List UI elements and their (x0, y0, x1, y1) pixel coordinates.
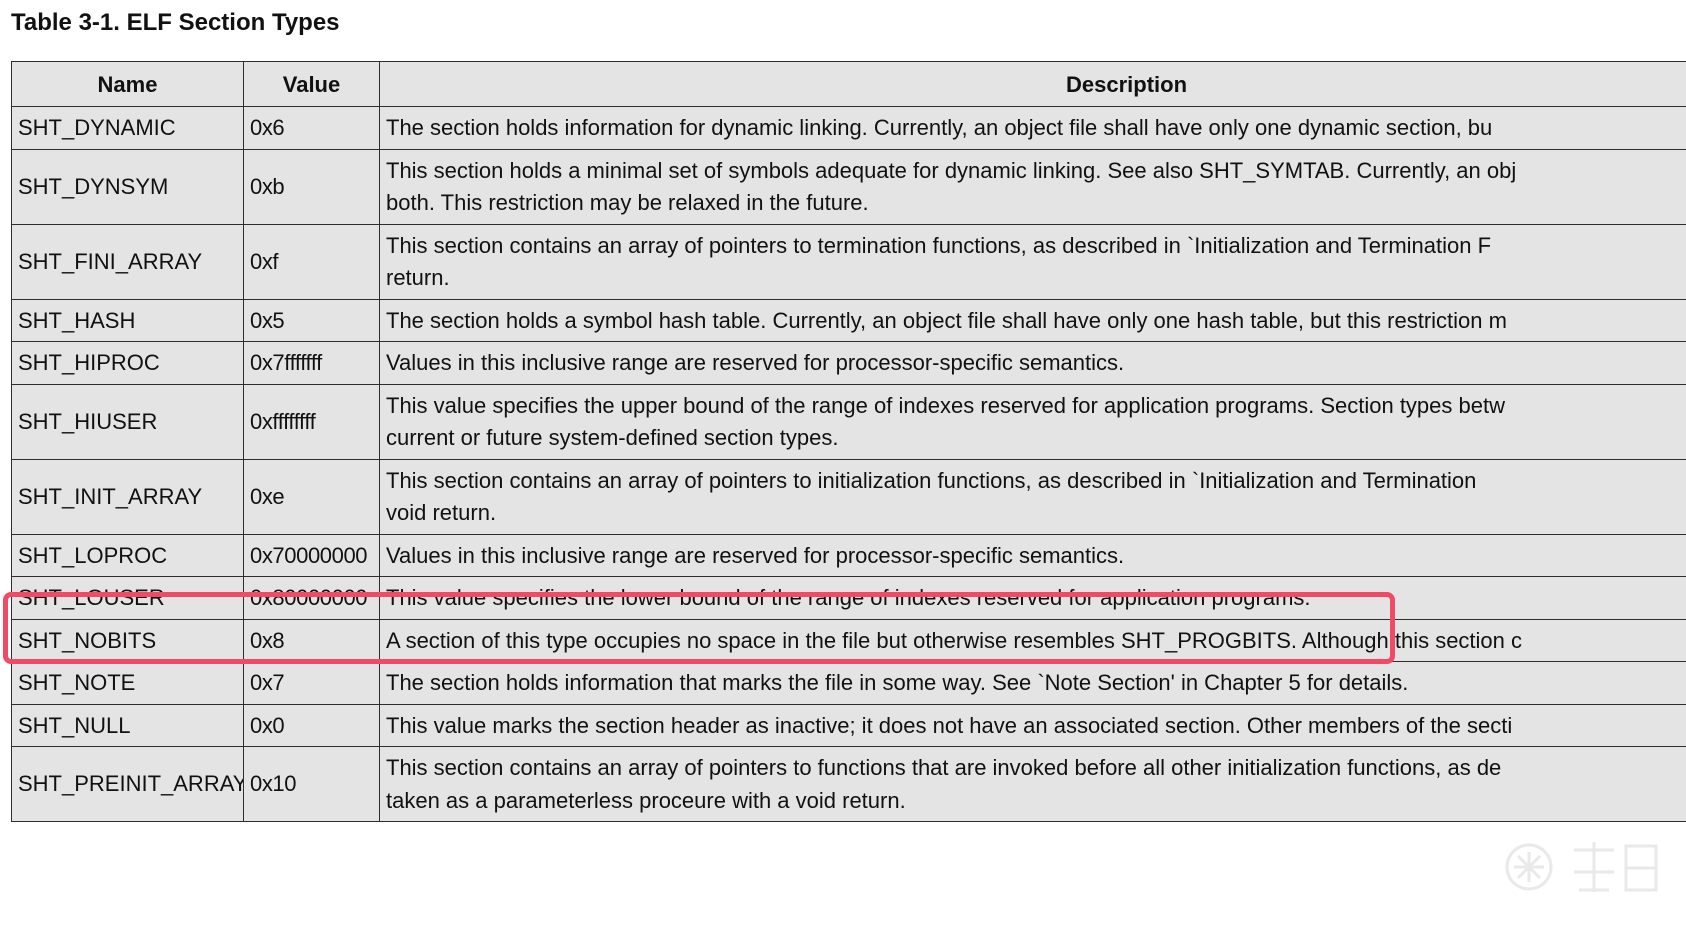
description-line: This section contains an array of pointe… (386, 467, 1477, 493)
cell-name: SHT_NULL (11, 703, 244, 747)
cell-value: 0x0 (243, 703, 380, 747)
description-line: This section contains an array of pointe… (386, 232, 1492, 258)
description-line: Values in this inclusive range are reser… (386, 542, 1125, 568)
description-line: taken as a parameterless proceure with a… (386, 787, 906, 813)
cell-name: SHT_HIPROC (11, 341, 244, 385)
cell-name: SHT_DYNAMIC (11, 106, 244, 150)
description-line: This value marks the section header as i… (386, 712, 1513, 738)
cell-description: Values in this inclusive range are reser… (379, 533, 1686, 577)
cell-description: This value marks the section header as i… (379, 703, 1686, 747)
cell-description: The section holds information for dynami… (379, 106, 1686, 150)
cell-description: This value specifies the lower bound of … (379, 576, 1686, 620)
cell-value: 0x6 (243, 106, 380, 150)
cell-value: 0xb (243, 148, 380, 225)
cell-value: 0x7fffffff (243, 341, 380, 385)
cell-description: This section contains an array of pointe… (379, 458, 1686, 535)
description-line: The section holds information that marks… (386, 670, 1409, 695)
cell-value: 0xe (243, 458, 380, 535)
cell-description: This section contains an array of pointe… (379, 746, 1686, 822)
cell-value: 0x5 (243, 298, 380, 342)
cell-value: 0xf (243, 223, 380, 300)
table-title: Table 3-1. ELF Section Types (11, 9, 340, 36)
table-row: SHT_NULL 0x0 This value marks the section … (11, 703, 1686, 747)
cell-name: SHT_FINI_ARRAY (11, 223, 244, 300)
table-row: SHT_LOPROC 0x70000000 Values in this inclu… (11, 533, 1686, 577)
table-row: SHT_INIT_ARRAY 0xe This section contains a… (11, 458, 1686, 535)
description-line: both. This restriction may be relaxed in… (386, 190, 869, 215)
cell-description: A section of this type occupies no space… (379, 618, 1686, 662)
table-row: SHT_LOUSER 0x80000000 This value specifies… (11, 576, 1686, 620)
cell-name: SHT_INIT_ARRAY (11, 458, 244, 535)
description-line: This section contains an array of pointe… (386, 755, 1502, 780)
table-row: SHT_HIUSER 0xffffffff This value specifies… (11, 383, 1686, 460)
table-header-row: Name Value Description (11, 61, 1686, 107)
cell-description: The section holds a symbol hash table. C… (379, 298, 1686, 342)
cell-value: 0x7 (243, 661, 380, 705)
description-line: Values in this inclusive range are reser… (386, 350, 1125, 375)
cell-description: This section holds a minimal set of symb… (379, 148, 1686, 225)
description-line: A section of this type occupies no space… (386, 627, 1523, 653)
table-body: SHT_DYNAMIC 0x6 The section holds informat… (11, 106, 1686, 822)
table-row: SHT_FINI_ARRAY 0xf This section contains a… (11, 223, 1686, 300)
cell-description: This section contains an array of pointe… (379, 223, 1686, 300)
cell-value: 0x8 (243, 618, 380, 662)
cell-name: SHT_PREINIT_ARRAY (11, 746, 244, 822)
cell-value: 0x10 (243, 746, 380, 822)
description-line: This value specifies the upper bound of … (386, 392, 1505, 418)
table-viewport: Name Value Description SHT_DYNAMIC 0x6 The… (11, 61, 1686, 932)
cell-name: SHT_NOTE (11, 661, 244, 705)
cell-name: SHT_DYNSYM (11, 148, 244, 225)
table-row: SHT_NOTE 0x7 The section holds information… (11, 661, 1686, 705)
table-row: SHT_HASH 0x5 The section holds a symbol ha… (11, 298, 1686, 342)
description-line: return. (386, 265, 450, 290)
description-line: The section holds a symbol hash table. C… (386, 307, 1507, 333)
cell-value: 0x70000000 (243, 533, 380, 577)
cell-description: This value specifies the upper bound of … (379, 383, 1686, 460)
column-header-value: Value (243, 61, 380, 107)
description-line: current or future system-defined section… (386, 425, 839, 450)
cell-description: The section holds information that marks… (379, 661, 1686, 705)
table-row: SHT_DYNAMIC 0x6 The section holds informat… (11, 106, 1686, 150)
table-row: SHT_NOBITS 0x8 A section of this type occu… (11, 618, 1686, 662)
table-row: SHT_HIPROC 0x7fffffff Values in this inclu… (11, 341, 1686, 385)
description-line: This section holds a minimal set of symb… (386, 157, 1517, 183)
elf-section-types-table: Name Value Description SHT_DYNAMIC 0x6 The… (11, 61, 1686, 822)
table-row: SHT_DYNSYM 0xb This section holds a minima… (11, 148, 1686, 225)
cell-name: SHT_LOUSER (11, 576, 244, 620)
table-row: SHT_PREINIT_ARRAY 0x10 This section contai… (11, 746, 1686, 822)
description-line: The section holds information for dynami… (386, 115, 1493, 140)
cell-name: SHT_LOPROC (11, 533, 244, 577)
cell-name: SHT_NOBITS (11, 618, 244, 662)
description-line: void return. (386, 500, 497, 525)
cell-name: SHT_HIUSER (11, 383, 244, 460)
description-line: This value specifies the lower bound of … (386, 585, 1311, 610)
column-header-description: Description (379, 61, 1686, 107)
cell-description: Values in this inclusive range are reser… (379, 341, 1686, 385)
cell-value: 0xffffffff (243, 383, 380, 460)
column-header-description-label: Description (1065, 71, 1188, 97)
cell-value: 0x80000000 (243, 576, 380, 620)
cell-name: SHT_HASH (11, 298, 244, 342)
column-header-name: Name (11, 61, 244, 107)
